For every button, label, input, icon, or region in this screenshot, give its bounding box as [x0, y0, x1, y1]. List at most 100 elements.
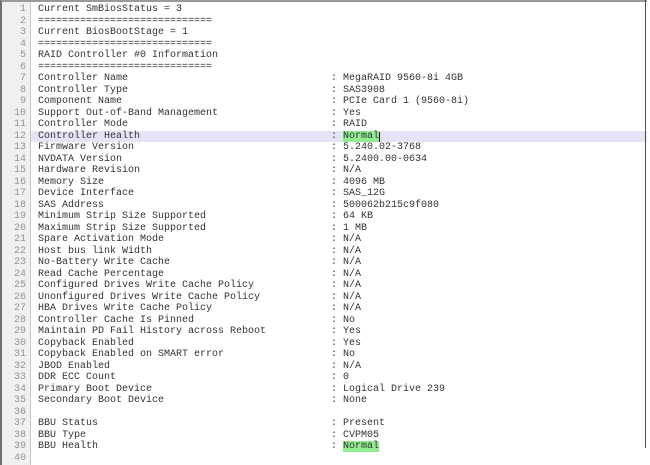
line-text: =============================	[38, 62, 212, 73]
kv-separator: :	[331, 165, 343, 176]
text-area[interactable]: 1 Current SmBiosStatus = 3 2 ===========…	[2, 2, 647, 464]
line-number: 31	[2, 349, 26, 361]
field-value: MegaRAID 9560-8i 4GB	[343, 73, 463, 84]
line-content: Controller Type: SAS3908	[31, 85, 647, 97]
code-line: 32 JBOD Enabled: N/A	[2, 361, 647, 373]
line-number: 4	[2, 39, 26, 51]
line-text: Current BiosBootStage = 1	[38, 27, 188, 38]
kv-separator: :	[331, 441, 343, 452]
line-number: 26	[2, 292, 26, 304]
line-number: 13	[2, 142, 26, 154]
line-content: Device Interface: SAS_12G	[31, 188, 647, 200]
field-label: Firmware Version	[38, 142, 331, 154]
code-line: 3 Current BiosBootStage = 1	[2, 27, 647, 39]
kv-separator: :	[331, 131, 343, 142]
line-number: 25	[2, 280, 26, 292]
field-value: N/A	[343, 165, 361, 176]
field-value: 5.240.02-3768	[343, 142, 421, 153]
kv-separator: :	[331, 211, 343, 222]
code-line: 22 Host bus link Width: N/A	[2, 246, 647, 258]
code-line: 20 Maximum Strip Size Supported: 1 MB	[2, 223, 647, 235]
line-number: 16	[2, 177, 26, 189]
kv-separator: :	[331, 177, 343, 188]
kv-separator: :	[331, 200, 343, 211]
line-content: Memory Size: 4096 MB	[31, 177, 647, 189]
code-line: 28 Controller Cache Is Pinned: No	[2, 315, 647, 327]
line-content: Support Out-of-Band Management: Yes	[31, 108, 647, 120]
field-label: Support Out-of-Band Management	[38, 108, 331, 120]
text-viewer-pane: 1 Current SmBiosStatus = 3 2 ===========…	[0, 0, 647, 465]
line-number: 23	[2, 257, 26, 269]
line-content: Host bus link Width: N/A	[31, 246, 647, 258]
line-number: 18	[2, 200, 26, 212]
kv-separator: :	[331, 246, 343, 257]
field-label: NVDATA Version	[38, 154, 331, 166]
pane-right-border	[645, 0, 646, 448]
line-content: =============================	[31, 62, 647, 74]
current-line-content: Controller Health: Normal	[31, 131, 647, 143]
line-number: 37	[2, 418, 26, 430]
field-value: CVPM05	[343, 430, 379, 441]
code-line: 16 Memory Size: 4096 MB	[2, 177, 647, 189]
line-number: 20	[2, 223, 26, 235]
code-line: 35 Secondary Boot Device: None	[2, 395, 647, 407]
code-line: 7 Controller Name: MegaRAID 9560-8i 4GB	[2, 73, 647, 85]
kv-separator: :	[331, 108, 343, 119]
code-line: 29 Maintain PD Fail History across Reboo…	[2, 326, 647, 338]
field-label: Controller Mode	[38, 119, 331, 131]
line-number: 17	[2, 188, 26, 200]
line-content: Hardware Revision: N/A	[31, 165, 647, 177]
line-content: SAS Address: 500062b215c9f080	[31, 200, 647, 212]
text-caret	[379, 132, 380, 142]
kv-separator: :	[331, 85, 343, 96]
line-number: 11	[2, 119, 26, 131]
kv-separator: :	[331, 349, 343, 360]
code-line: 23 No-Battery Write Cache: N/A	[2, 257, 647, 269]
kv-separator: :	[331, 257, 343, 268]
line-content: Copyback Enabled on SMART error: No	[31, 349, 647, 361]
code-line: 31 Copyback Enabled on SMART error: No	[2, 349, 647, 361]
line-number: 7	[2, 73, 26, 85]
field-label: Spare Activation Mode	[38, 234, 331, 246]
field-label: Maximum Strip Size Supported	[38, 223, 331, 235]
field-value: 4096 MB	[343, 177, 385, 188]
status-value-highlighted: Normal	[343, 131, 379, 142]
field-label: BBU Health	[38, 441, 331, 453]
code-line: 17 Device Interface: SAS_12G	[2, 188, 647, 200]
line-number: 24	[2, 269, 26, 281]
code-line: 30 Copyback Enabled: Yes	[2, 338, 647, 350]
line-content	[31, 453, 647, 465]
line-content: Controller Cache Is Pinned: No	[31, 315, 647, 327]
line-content: No-Battery Write Cache: N/A	[31, 257, 647, 269]
field-value: 500062b215c9f080	[343, 200, 439, 211]
line-number: 22	[2, 246, 26, 258]
line-content: BBU Status: Present	[31, 418, 647, 430]
code-line: 6 =============================	[2, 62, 647, 74]
field-label: Configured Drives Write Cache Policy	[38, 280, 331, 292]
field-value: Logical Drive 239	[343, 384, 445, 395]
field-label: JBOD Enabled	[38, 361, 331, 373]
field-label: HBA Drives Write Cache Policy	[38, 303, 331, 315]
field-label: BBU Type	[38, 430, 331, 442]
line-number: 12	[2, 131, 26, 143]
code-line: 24 Read Cache Percentage: N/A	[2, 269, 647, 281]
field-label: DDR ECC Count	[38, 372, 331, 384]
kv-separator: :	[331, 418, 343, 429]
field-value: 0	[343, 372, 349, 383]
kv-separator: :	[331, 154, 343, 165]
code-line: 1 Current SmBiosStatus = 3	[2, 4, 647, 16]
line-number: 5	[2, 50, 26, 62]
line-text: =============================	[38, 16, 212, 27]
code-line: 15 Hardware Revision: N/A	[2, 165, 647, 177]
kv-separator: :	[331, 96, 343, 107]
code-line: 9 Component Name: PCIe Card 1 (9560-8i)	[2, 96, 647, 108]
kv-separator: :	[331, 280, 343, 291]
field-label: Unonfigured Drives Write Cache Policy	[38, 292, 331, 304]
line-content: =============================	[31, 39, 647, 51]
line-content: Firmware Version: 5.240.02-3768	[31, 142, 647, 154]
field-label: Maintain PD Fail History across Reboot	[38, 326, 331, 338]
field-value: PCIe Card 1 (9560-8i)	[343, 96, 469, 107]
line-number: 32	[2, 361, 26, 373]
line-number: 8	[2, 85, 26, 97]
field-value: N/A	[343, 269, 361, 280]
